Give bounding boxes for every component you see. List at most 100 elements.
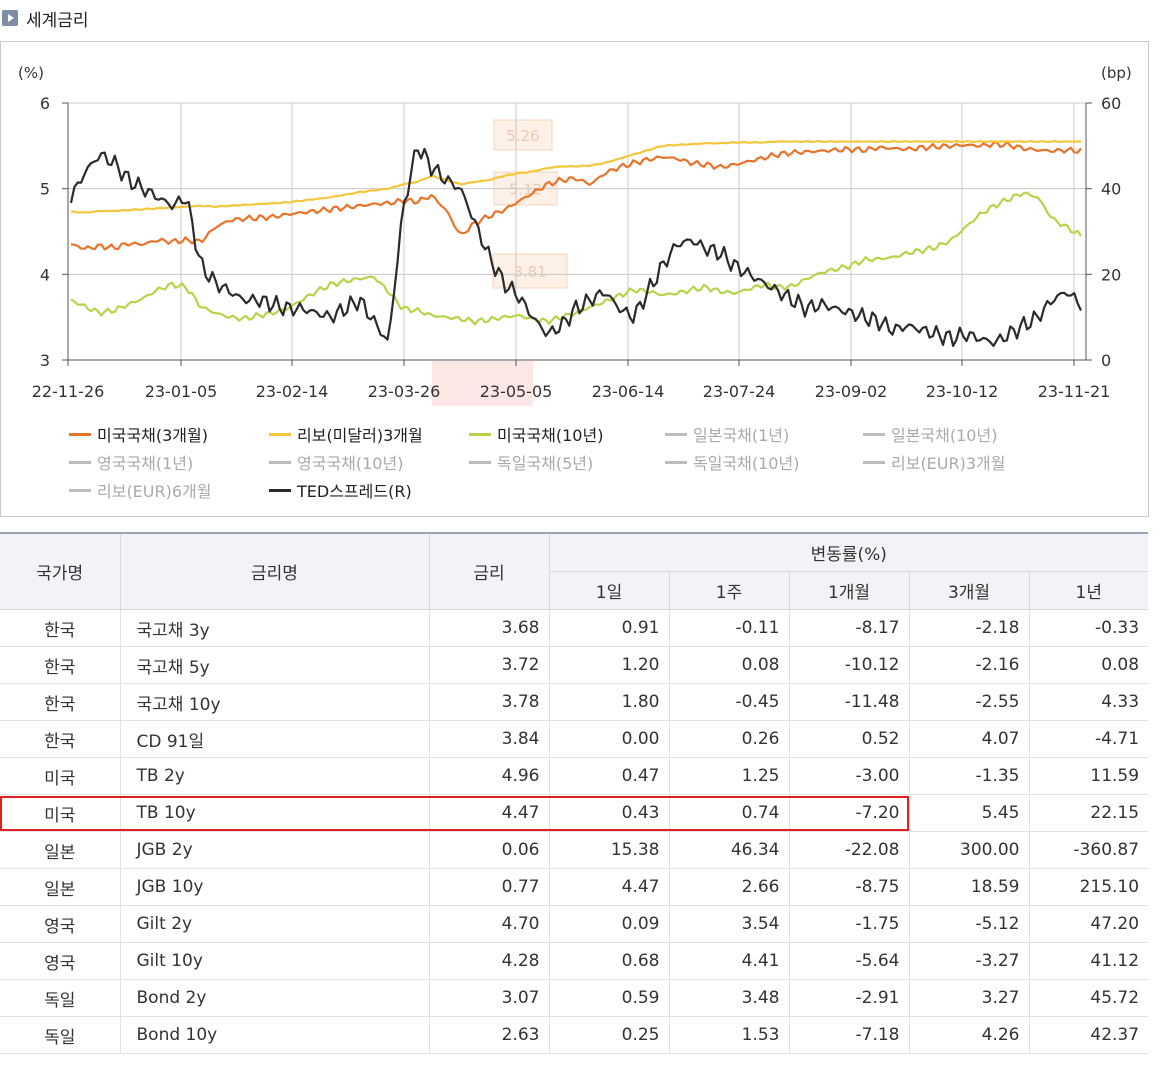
legend-row: 영국국채(1년) 영국국채(10년) 독일국채(5년) 독일국채(10년) 리보(EUR… — [69, 448, 1139, 476]
legend-item[interactable]: 미국국채(3개월) — [69, 420, 208, 448]
cell-name: 국고채 5y — [119, 646, 429, 684]
cell-y1: 215.10 — [1028, 868, 1149, 906]
cell-w1: 0.74 — [668, 794, 789, 832]
right-axis-unit: (bp) — [1101, 64, 1132, 82]
table-row: 한국 국고채 3y 3.68 0.91 -0.11 -8.17 -2.18 -0.33 — [0, 609, 1149, 647]
cell-m3: 300.00 — [908, 831, 1029, 869]
cell-m3: 3.27 — [908, 979, 1029, 1017]
cell-m1: -1.75 — [788, 905, 909, 943]
cell-w1: 0.26 — [668, 720, 789, 758]
cell-country: 일본 — [0, 831, 120, 869]
y-tick-left: 3 — [40, 351, 50, 370]
cell-d1: 4.47 — [548, 868, 669, 906]
cell-d1: 0.00 — [548, 720, 669, 758]
legend-item[interactable]: 리보(EUR)3개월 — [863, 448, 1005, 476]
cell-m3: -2.18 — [908, 609, 1029, 647]
cell-name: CD 91일 — [119, 720, 429, 758]
cell-country: 독일 — [0, 979, 120, 1017]
legend-item[interactable]: 리보(미달러)3개월 — [269, 420, 423, 448]
cell-m1: -7.18 — [788, 1016, 909, 1054]
legend-swatch — [269, 460, 291, 464]
world-rates-chart[interactable]: 5.26 5.12 3.81 6 5 4 3 60 40 20 0 (%) (bp) 22-11-26 23… — [0, 41, 1149, 517]
cell-w1: 1.25 — [668, 757, 789, 795]
x-tick-label: 23-09-02 — [815, 382, 888, 401]
cell-rate: 2.63 — [428, 1016, 549, 1054]
legend-row: 리보(EUR)6개월 TED스프레드(R) — [69, 476, 1139, 504]
x-tick-label: 22-11-26 — [32, 382, 105, 401]
legend-swatch — [69, 460, 91, 464]
tooltip-label: 3.81 — [513, 263, 546, 281]
cell-d1: 0.09 — [548, 905, 669, 943]
legend-label: 독일국채(10년) — [693, 454, 800, 473]
cell-rate: 3.72 — [428, 646, 549, 684]
legend-item[interactable]: 독일국채(5년) — [469, 448, 593, 476]
legend-item[interactable]: 영국국채(10년) — [269, 448, 403, 476]
legend-swatch — [69, 432, 91, 436]
cell-rate: 3.68 — [428, 609, 549, 647]
table-row: 미국 TB 2y 4.96 0.47 1.25 -3.00 -1.35 11.59 — [0, 757, 1149, 795]
legend-item[interactable]: 일본국채(1년) — [665, 420, 789, 448]
x-tick-label: 23-01-05 — [145, 382, 218, 401]
y-tick-left: 4 — [40, 265, 50, 284]
header-country: 국가명 — [0, 532, 121, 610]
cell-rate: 4.47 — [428, 794, 549, 832]
cell-name: TB 10y — [119, 794, 429, 832]
cell-m3: -3.27 — [908, 942, 1029, 980]
cell-rate: 4.28 — [428, 942, 549, 980]
cell-y1: 22.15 — [1028, 794, 1149, 832]
legend-swatch — [863, 432, 885, 436]
cell-country: 영국 — [0, 905, 120, 943]
cell-y1: -4.71 — [1028, 720, 1149, 758]
cell-rate: 4.70 — [428, 905, 549, 943]
cell-d1: 1.20 — [548, 646, 669, 684]
table-row: 미국 TB 10y 4.47 0.43 0.74 -7.20 5.45 22.15 — [0, 794, 1149, 832]
cell-w1: -0.45 — [668, 683, 789, 721]
cell-name: Gilt 2y — [119, 905, 429, 943]
legend-label: 독일국채(5년) — [497, 454, 594, 473]
header-1w: 1주 — [668, 571, 790, 610]
header-change-group: 변동률(%) — [548, 532, 1149, 572]
cell-m3: 18.59 — [908, 868, 1029, 906]
legend-swatch — [269, 432, 291, 436]
cell-w1: 46.34 — [668, 831, 789, 869]
legend-item[interactable]: TED스프레드(R) — [269, 476, 412, 504]
cell-w1: 3.48 — [668, 979, 789, 1017]
legend-label: 영국국채(1년) — [97, 454, 194, 473]
legend-item[interactable]: 미국국채(10년) — [469, 420, 603, 448]
left-axis-unit: (%) — [18, 64, 44, 82]
header-1m: 1개월 — [788, 571, 910, 610]
cell-name: 국고채 10y — [119, 683, 429, 721]
cell-name: Bond 2y — [119, 979, 429, 1017]
cell-d1: 1.80 — [548, 683, 669, 721]
legend-item[interactable]: 영국국채(1년) — [69, 448, 193, 476]
x-tick-label: 23-05-05 — [480, 382, 553, 401]
section-title: 세계금리 — [26, 10, 89, 31]
legend-item[interactable]: 일본국채(10년) — [863, 420, 997, 448]
table-row: 영국 Gilt 2y 4.70 0.09 3.54 -1.75 -5.12 47.20 — [0, 905, 1149, 943]
legend-label: 리보(EUR)3개월 — [891, 454, 1006, 473]
cell-country: 한국 — [0, 646, 120, 684]
legend-item[interactable]: 독일국채(10년) — [665, 448, 799, 476]
cell-rate: 0.77 — [428, 868, 549, 906]
legend-label: 리보(EUR)6개월 — [97, 482, 212, 501]
cell-name: 국고채 3y — [119, 609, 429, 647]
table-row: 한국 CD 91일 3.84 0.00 0.26 0.52 4.07 -4.71 — [0, 720, 1149, 758]
cell-y1: 0.08 — [1028, 646, 1149, 684]
legend-label: 미국국채(3개월) — [97, 426, 208, 445]
legend-row: 미국국채(3개월) 리보(미달러)3개월 미국국채(10년) 일본국채(1년) 일본국채… — [69, 420, 1139, 448]
legend-item[interactable]: 리보(EUR)6개월 — [69, 476, 211, 504]
cell-d1: 0.68 — [548, 942, 669, 980]
cell-d1: 0.25 — [548, 1016, 669, 1054]
x-tick-label: 23-10-12 — [926, 382, 999, 401]
cell-d1: 15.38 — [548, 831, 669, 869]
cell-country: 한국 — [0, 720, 120, 758]
cell-y1: 11.59 — [1028, 757, 1149, 795]
legend-label: 미국국채(10년) — [497, 426, 604, 445]
cell-w1: 4.41 — [668, 942, 789, 980]
cell-m1: 0.52 — [788, 720, 909, 758]
y-tick-left: 6 — [40, 94, 50, 113]
legend-label: 리보(미달러)3개월 — [297, 426, 423, 445]
line-chart[interactable]: 5.265.123.8165436040200(%) (bp)22-11-26 23… — [1, 42, 1148, 420]
cell-country: 미국 — [0, 794, 120, 832]
rates-table-container: 국가명 금리명 금리 변동률(%) 1일 1주 1개월 3개월 1년 한국 국고채… — [0, 532, 1149, 1054]
